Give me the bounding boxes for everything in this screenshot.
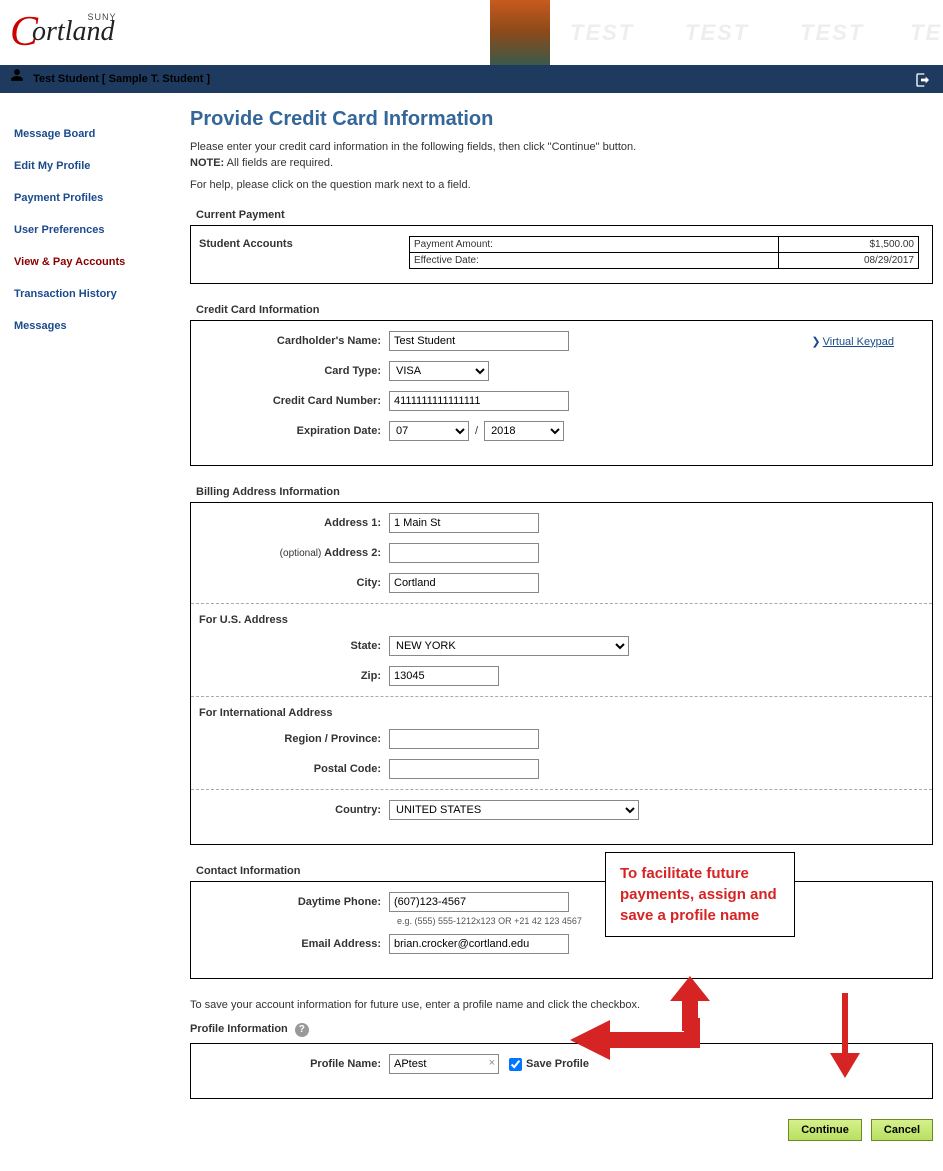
addr1-input[interactable] xyxy=(389,513,539,533)
city-label: City: xyxy=(199,577,389,589)
current-payment-box: Student Accounts Payment Amount: $1,500.… xyxy=(190,225,933,284)
state-label: State: xyxy=(199,640,389,652)
profile-box: Profile Name: × Save Profile xyxy=(190,1043,933,1099)
contact-section-label: Contact Information xyxy=(196,865,933,877)
cardholder-label: Cardholder's Name: xyxy=(199,335,389,347)
sidebar-item-view-pay[interactable]: View & Pay Accounts xyxy=(10,246,180,278)
postal-label: Postal Code: xyxy=(199,763,389,775)
arrow-icon xyxy=(830,993,860,1078)
button-row: Continue Cancel xyxy=(190,1119,933,1141)
payment-table: Payment Amount: $1,500.00 Effective Date… xyxy=(409,236,919,269)
zip-input[interactable] xyxy=(389,666,499,686)
note-text: NOTE: All fields are required. xyxy=(190,157,933,169)
current-payment-label: Current Payment xyxy=(196,209,933,221)
email-label: Email Address: xyxy=(199,938,389,950)
country-label: Country: xyxy=(199,804,389,816)
us-address-label: For U.S. Address xyxy=(199,614,924,626)
sidebar-item-edit-profile[interactable]: Edit My Profile xyxy=(10,150,180,182)
country-select[interactable]: UNITED STATES xyxy=(389,800,639,820)
region-label: Region / Province: xyxy=(199,733,389,745)
separator xyxy=(191,696,932,697)
clear-icon[interactable]: × xyxy=(489,1057,495,1069)
addr1-label: Address 1: xyxy=(199,517,389,529)
intro-text: Please enter your credit card informatio… xyxy=(190,141,933,153)
postal-input[interactable] xyxy=(389,759,539,779)
logo: Cortland SUNY xyxy=(10,8,114,56)
sidebar-item-messages[interactable]: Messages xyxy=(10,310,180,342)
table-row: Payment Amount: $1,500.00 xyxy=(410,237,919,253)
cc-section-label: Credit Card Information xyxy=(196,304,933,316)
addr2-label: (optional) Address 2: xyxy=(199,547,389,559)
user-name: Test Student [ Sample T. Student ] xyxy=(33,73,210,85)
table-row: Effective Date: 08/29/2017 xyxy=(410,253,919,269)
logout-icon[interactable] xyxy=(915,71,931,99)
region-input[interactable] xyxy=(389,729,539,749)
sidebar-item-transaction-history[interactable]: Transaction History xyxy=(10,278,180,310)
zip-label: Zip: xyxy=(199,670,389,682)
arrow-icon xyxy=(570,1018,700,1068)
main-content: Provide Credit Card Information Please e… xyxy=(180,108,933,1141)
sidebar-item-message-board[interactable]: Message Board xyxy=(10,118,180,150)
billing-box: Address 1: (optional) Address 2: City: F… xyxy=(190,502,933,845)
header-top: Cortland SUNY TEST TEST TEST TE xyxy=(0,0,943,65)
watermark: TEST xyxy=(685,20,749,46)
email-input[interactable] xyxy=(389,934,569,954)
exp-separator: / xyxy=(475,425,478,437)
exp-label: Expiration Date: xyxy=(199,425,389,437)
watermark: TEST xyxy=(800,20,864,46)
phone-input[interactable] xyxy=(389,892,569,912)
billing-section-label: Billing Address Information xyxy=(196,486,933,498)
ccnum-label: Credit Card Number: xyxy=(199,395,389,407)
state-select[interactable]: NEW YORK xyxy=(389,636,629,656)
exp-year-select[interactable]: 2018 xyxy=(484,421,564,441)
separator xyxy=(191,789,932,790)
student-accounts-label: Student Accounts xyxy=(199,236,409,250)
exp-month-select[interactable]: 07 xyxy=(389,421,469,441)
sidebar-item-user-preferences[interactable]: User Preferences xyxy=(10,214,180,246)
save-profile-checkbox[interactable] xyxy=(509,1058,522,1071)
separator xyxy=(191,603,932,604)
contact-box: Daytime Phone: e.g. (555) 555-1212x123 O… xyxy=(190,881,933,979)
help-line: For help, please click on the question m… xyxy=(190,179,933,191)
help-icon[interactable]: ? xyxy=(295,1023,309,1037)
ccnum-input[interactable] xyxy=(389,391,569,411)
banner-image xyxy=(490,0,550,65)
annotation-callout: To facilitate future payments, assign an… xyxy=(605,852,795,937)
user-bar: Test Student [ Sample T. Student ] xyxy=(0,65,943,93)
phone-label: Daytime Phone: xyxy=(199,896,389,908)
cancel-button[interactable]: Cancel xyxy=(871,1119,933,1141)
user-icon xyxy=(10,65,24,93)
profile-name-label: Profile Name: xyxy=(199,1058,389,1070)
profile-section-label: Profile Information ? xyxy=(190,1023,933,1037)
profile-name-input[interactable] xyxy=(389,1054,499,1074)
addr2-input[interactable] xyxy=(389,543,539,563)
intl-address-label: For International Address xyxy=(199,707,924,719)
sidebar-item-payment-profiles[interactable]: Payment Profiles xyxy=(10,182,180,214)
continue-button[interactable]: Continue xyxy=(788,1119,862,1141)
sidebar: Message Board Edit My Profile Payment Pr… xyxy=(10,108,180,1141)
virtual-keypad-link[interactable]: ❯Virtual Keypad xyxy=(811,335,894,348)
page-title: Provide Credit Card Information xyxy=(190,108,933,131)
save-note: To save your account information for fut… xyxy=(190,999,933,1011)
cardtype-select[interactable]: VISA xyxy=(389,361,489,381)
cc-box: Cardholder's Name: ❯Virtual Keypad Card … xyxy=(190,320,933,466)
watermark: TEST xyxy=(570,20,634,46)
cardholder-input[interactable] xyxy=(389,331,569,351)
cardtype-label: Card Type: xyxy=(199,365,389,377)
city-input[interactable] xyxy=(389,573,539,593)
watermark: TE xyxy=(910,20,942,46)
